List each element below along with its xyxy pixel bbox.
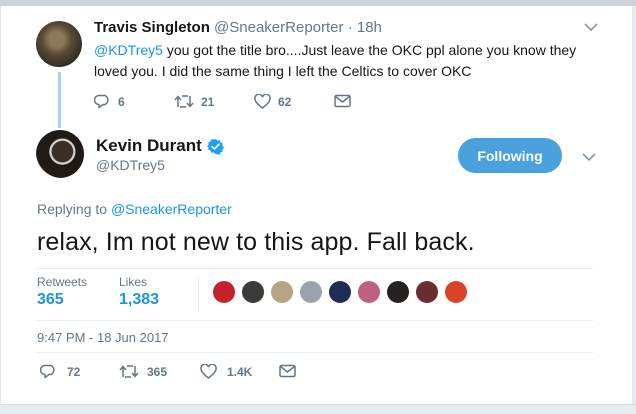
parent-author-handle[interactable]: @SneakerReporter — [214, 19, 343, 36]
replying-to-line: Replying to @SneakerReporter — [37, 201, 232, 217]
liker-avatar[interactable] — [242, 281, 264, 303]
retweet-icon — [174, 95, 194, 108]
reply-count: 72 — [67, 364, 81, 379]
liker-avatar[interactable] — [271, 281, 293, 303]
divider-top — [37, 268, 593, 269]
retweets-label[interactable]: Retweets — [37, 275, 87, 289]
replying-to-link[interactable]: @SneakerReporter — [111, 201, 232, 217]
author-handle[interactable]: @KDTrey5 — [96, 157, 165, 173]
liker-avatars — [213, 281, 474, 303]
parent-message-action[interactable] — [334, 94, 351, 108]
parent-text-line1: you got the title bro....Just leave the … — [162, 42, 577, 58]
parent-time-separator: · — [347, 19, 353, 36]
divider-bottom — [37, 352, 593, 353]
parent-mention-link[interactable]: @KDTrey5 — [94, 42, 163, 58]
parent-retweet-count: 21 — [201, 94, 215, 109]
parent-tweet-text: @KDTrey5 you got the title bro....Just l… — [94, 40, 589, 82]
parent-reply-count: 6 — [118, 94, 125, 109]
retweet-icon — [119, 365, 139, 378]
liker-avatar[interactable] — [416, 281, 438, 303]
like-count: 1.4K — [227, 364, 253, 379]
thread-connector — [58, 72, 61, 128]
parent-like-count: 62 — [278, 94, 292, 109]
liker-avatar[interactable] — [358, 281, 380, 303]
reply-icon — [94, 94, 109, 109]
parent-reply-action[interactable]: 6 — [94, 94, 125, 109]
retweet-count: 365 — [147, 364, 168, 379]
verified-badge-icon — [206, 138, 224, 155]
replying-to-prefix: Replying to — [37, 201, 111, 217]
retweets-count[interactable]: 365 — [37, 291, 64, 309]
parent-timestamp[interactable]: 18h — [357, 19, 382, 36]
liker-avatar[interactable] — [387, 281, 409, 303]
tweet-timestamp[interactable]: 9:47 PM - 18 Jun 2017 — [37, 330, 169, 345]
author-name-row[interactable]: Kevin Durant — [96, 136, 224, 156]
divider-middle — [37, 320, 593, 321]
reply-icon — [40, 364, 55, 379]
retweet-action[interactable]: 365 — [119, 364, 167, 379]
stats-separator — [198, 278, 199, 310]
following-button[interactable]: Following — [458, 138, 562, 173]
parent-like-action[interactable]: 62 — [254, 94, 291, 109]
envelope-icon — [279, 364, 296, 378]
parent-retweet-action[interactable]: 21 — [174, 94, 214, 109]
tweet-menu-chevron-down-icon[interactable] — [582, 150, 596, 165]
parent-author-name[interactable]: Travis Singleton — [94, 19, 210, 36]
likes-label[interactable]: Likes — [119, 275, 147, 289]
parent-header: Travis Singleton @SneakerReporter · 18h — [94, 19, 382, 36]
liker-avatar[interactable] — [300, 281, 322, 303]
like-action[interactable]: 1.4K — [200, 364, 252, 379]
author-avatar[interactable] — [36, 130, 84, 178]
reply-action[interactable]: 72 — [40, 364, 80, 379]
liker-avatar[interactable] — [329, 281, 351, 303]
envelope-icon — [334, 94, 351, 108]
message-action[interactable] — [279, 364, 296, 378]
parent-avatar[interactable] — [36, 21, 82, 67]
tweet-text: relax, Im not new to this app. Fall back… — [37, 228, 475, 256]
heart-icon — [200, 364, 217, 379]
liker-avatar[interactable] — [213, 281, 235, 303]
heart-icon — [254, 94, 271, 109]
author-name[interactable]: Kevin Durant — [96, 136, 202, 156]
parent-chevron-down-icon[interactable] — [584, 20, 598, 35]
parent-text-line2: loved you. I did the same thing I left t… — [94, 63, 472, 79]
liker-avatar[interactable] — [445, 281, 467, 303]
likes-count[interactable]: 1,383 — [119, 291, 159, 309]
